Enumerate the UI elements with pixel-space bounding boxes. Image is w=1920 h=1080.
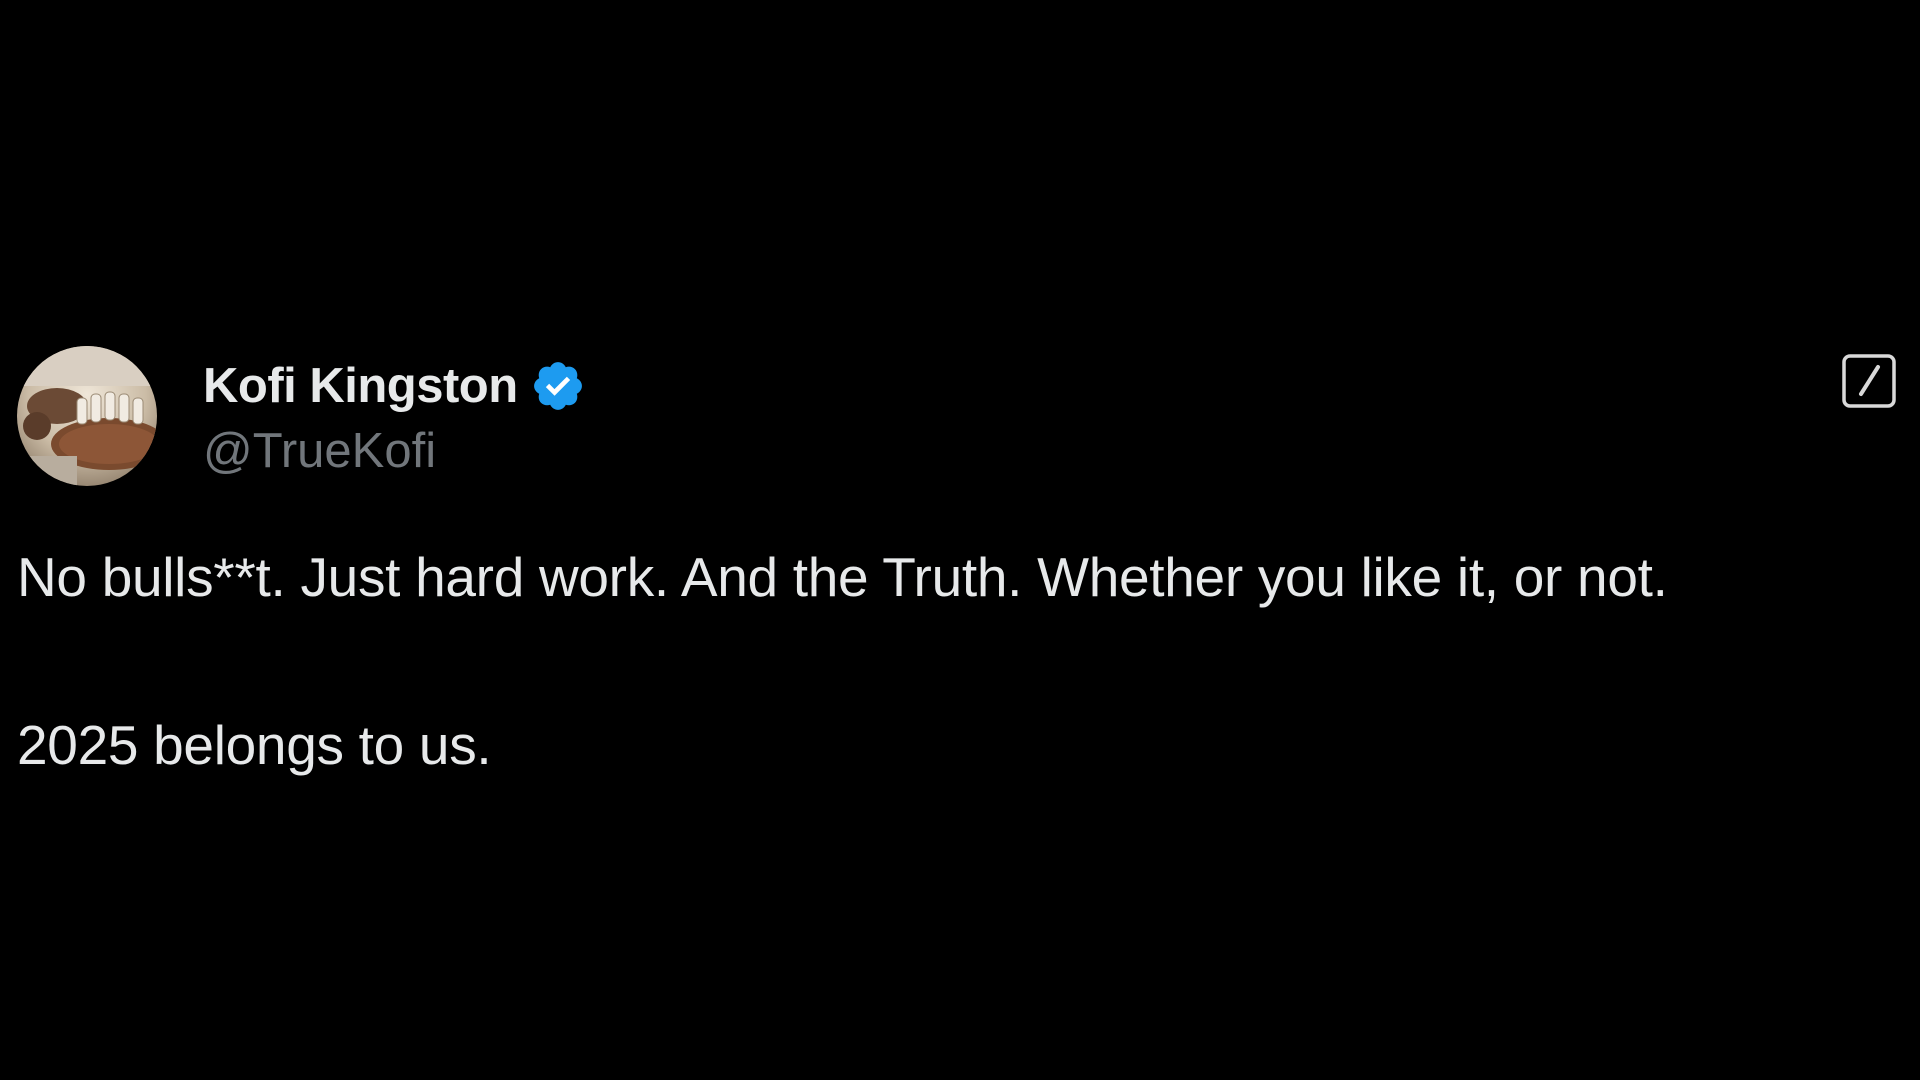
tweet-header: Kofi Kingston @TrueKofi — [17, 346, 586, 486]
tweet-card: Kofi Kingston @TrueKofi No bulls**t. Jus… — [0, 0, 1920, 1080]
tweet-text-line: 2025 belongs to us. — [17, 714, 492, 776]
verified-badge-icon — [530, 358, 586, 414]
x-logo-icon[interactable] — [1842, 354, 1896, 408]
tweet-body: No bulls**t. Just hard work. And the Tru… — [17, 542, 1897, 780]
name-row: Kofi Kingston — [203, 353, 586, 419]
author-handle[interactable]: @TrueKofi — [203, 423, 586, 479]
author-names: Kofi Kingston @TrueKofi — [203, 353, 586, 479]
tweet-text-line: No bulls**t. Just hard work. And the Tru… — [17, 546, 1668, 608]
display-name[interactable]: Kofi Kingston — [203, 358, 518, 414]
avatar[interactable] — [17, 346, 157, 486]
